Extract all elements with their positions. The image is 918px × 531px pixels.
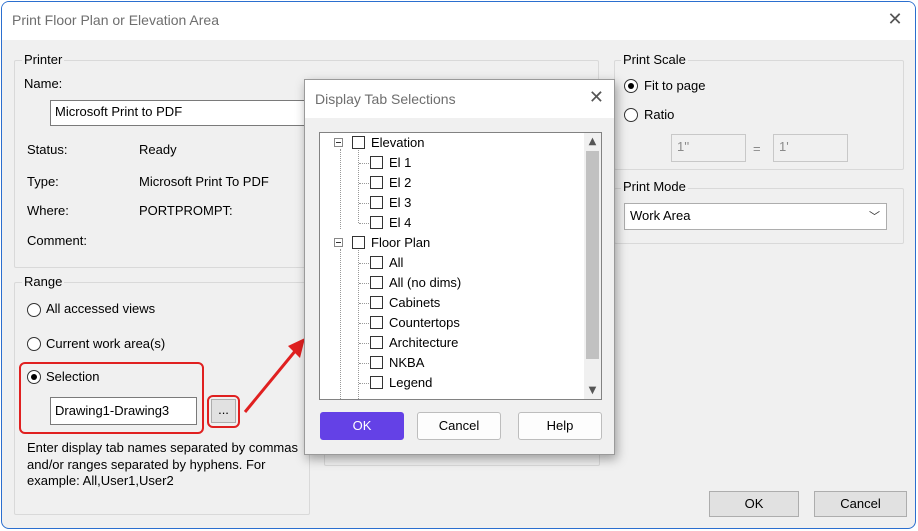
popup-cancel-button[interactable]: Cancel <box>417 412 501 440</box>
display-tab-selections-dialog: Display Tab Selections ✕ Elevation El 1 El… <box>304 79 615 455</box>
scroll-thumb[interactable] <box>586 151 599 359</box>
tree-item-label: Cabinets <box>389 295 441 310</box>
tree-item-checkbox[interactable] <box>370 256 383 269</box>
tree-item[interactable]: Cabinets <box>320 293 580 313</box>
tree-item-checkbox[interactable] <box>352 236 365 249</box>
title-bar: Print Floor Plan or Elevation Area ✕ <box>2 2 915 40</box>
tree-item[interactable]: Architecture <box>320 333 580 353</box>
tree-item-label: El 4 <box>389 215 412 230</box>
tree-item[interactable]: El 3 <box>320 193 580 213</box>
print-mode-group-label: Print Mode <box>621 179 688 194</box>
tree-item-checkbox[interactable] <box>370 276 383 289</box>
annotation-arrow <box>243 338 305 413</box>
popup-ok-button[interactable]: OK <box>320 412 404 440</box>
comment-label: Comment: <box>27 233 87 248</box>
ratio-left-input[interactable]: 1'' <box>671 134 746 162</box>
all-accessed-views-label[interactable]: All accessed views <box>46 301 155 316</box>
tree-item-label: All <box>389 255 404 270</box>
print-scale-group-label: Print Scale <box>621 52 688 67</box>
tab-tree[interactable]: Elevation El 1 El 2 El 3 El 4 Floor Plan All Al… <box>319 132 602 400</box>
tree-item-label: Architecture <box>389 335 459 350</box>
close-icon[interactable]: ✕ <box>883 8 907 32</box>
tree-item-label: All (no dims) <box>389 275 462 290</box>
tree-item-checkbox[interactable] <box>370 356 383 369</box>
selection-input[interactable]: Drawing1-Drawing3 <box>50 397 197 425</box>
tree-item-label: NKBA <box>389 355 425 370</box>
tree-item[interactable]: El 2 <box>320 173 580 193</box>
tree-item[interactable]: All (no dims) <box>320 273 580 293</box>
tree-item[interactable]: Countertops <box>320 313 580 333</box>
tree-item-checkbox[interactable] <box>370 316 383 329</box>
tree-item-checkbox[interactable] <box>370 156 383 169</box>
ok-button[interactable]: OK <box>709 491 799 517</box>
ratio-right-input[interactable]: 1' <box>773 134 848 162</box>
fit-to-page-radio[interactable] <box>624 79 638 93</box>
tree-item[interactable]: Floor Plan <box>320 233 580 253</box>
ratio-label[interactable]: Ratio <box>644 107 674 122</box>
status-label: Status: <box>27 142 68 157</box>
popup-help-button[interactable]: Help <box>518 412 602 440</box>
print-mode-value: Work Area <box>630 208 691 223</box>
tree-item-label: El 1 <box>389 155 412 170</box>
ratio-radio[interactable] <box>624 108 638 122</box>
popup-title-bar: Display Tab Selections ✕ <box>305 80 614 118</box>
window-title: Print Floor Plan or Elevation Area <box>12 12 219 28</box>
all-accessed-views-radio[interactable] <box>27 303 41 317</box>
type-value: Microsoft Print To PDF <box>139 174 269 189</box>
tree-item-label: El 2 <box>389 175 412 190</box>
collapse-icon[interactable] <box>334 138 343 147</box>
popup-title: Display Tab Selections <box>315 91 456 107</box>
cancel-button[interactable]: Cancel <box>814 491 907 517</box>
where-label: Where: <box>27 203 69 218</box>
range-group-label: Range <box>22 274 65 289</box>
type-label: Type: <box>27 174 59 189</box>
tree-item[interactable]: Elevation <box>320 133 580 153</box>
ratio-equals: = <box>753 141 761 156</box>
tree-item[interactable]: El 4 <box>320 213 580 233</box>
range-help-text-line2: and/or ranges separated by hyphens. For <box>27 457 266 472</box>
tree-item-label: Floor Plan <box>371 235 431 250</box>
tree-item[interactable]: All <box>320 253 580 273</box>
collapse-icon[interactable] <box>334 238 343 247</box>
scroll-down-icon[interactable]: ▼ <box>584 382 601 399</box>
where-value: PORTPROMPT: <box>139 203 233 218</box>
selection-radio[interactable] <box>27 370 41 384</box>
tree-item-checkbox[interactable] <box>370 296 383 309</box>
tree-item[interactable]: NKBA <box>320 353 580 373</box>
tree-item-label: El 3 <box>389 195 412 210</box>
tree-item-checkbox[interactable] <box>370 376 383 389</box>
tree-item-label: Elevation <box>371 135 425 150</box>
tree-item-checkbox[interactable] <box>370 336 383 349</box>
chevron-down-icon: ﹀ <box>869 210 880 223</box>
printer-name-field[interactable]: Microsoft Print to PDF <box>50 100 310 126</box>
current-work-area-label[interactable]: Current work area(s) <box>46 336 165 351</box>
print-mode-select[interactable]: Work Area ﹀ <box>624 203 887 230</box>
tree-item-checkbox[interactable] <box>352 136 365 149</box>
selection-label[interactable]: Selection <box>46 369 99 384</box>
browse-button[interactable]: ... <box>211 399 236 423</box>
popup-close-icon[interactable]: ✕ <box>589 87 604 108</box>
scroll-up-icon[interactable]: ▲ <box>584 133 601 150</box>
range-help-text-line1: Enter display tab names separated by com… <box>27 440 298 455</box>
printer-group-label: Printer <box>22 52 65 67</box>
current-work-area-radio[interactable] <box>27 337 41 351</box>
tree-item-checkbox[interactable] <box>370 216 383 229</box>
range-help-text-line3: example: All,User1,User2 <box>27 473 174 488</box>
name-label: Name: <box>24 76 63 91</box>
tree-item-checkbox[interactable] <box>370 196 383 209</box>
tree-item-checkbox[interactable] <box>370 176 383 189</box>
tree-item[interactable]: Legend <box>320 373 580 393</box>
tree-item-label: Countertops <box>389 315 460 330</box>
fit-to-page-label[interactable]: Fit to page <box>644 78 705 93</box>
tree-item-label: Legend <box>389 375 433 390</box>
tree-scrollbar[interactable]: ▲ ▼ <box>584 133 601 399</box>
tree-item[interactable]: El 1 <box>320 153 580 173</box>
status-value: Ready <box>139 142 177 157</box>
